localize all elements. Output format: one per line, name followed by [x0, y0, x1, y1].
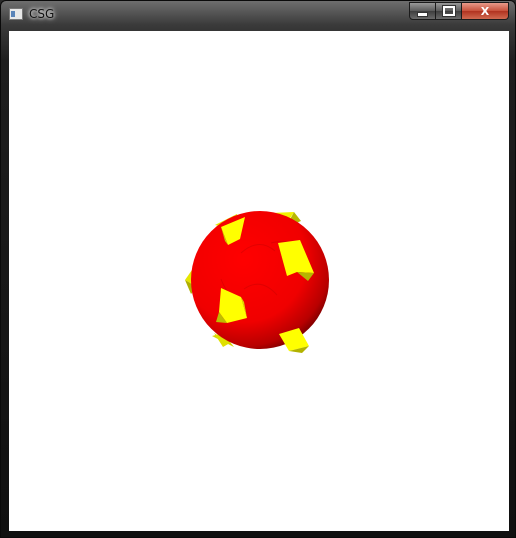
maximize-button[interactable]: [436, 2, 462, 20]
csg-render: [185, 211, 329, 353]
maximize-icon: [441, 5, 456, 17]
minimize-icon: [417, 11, 428, 17]
caption-buttons: X: [409, 2, 509, 21]
close-icon: X: [480, 4, 490, 18]
app-window: CSG X: [0, 0, 516, 538]
minimize-button[interactable]: [409, 2, 436, 20]
app-window-icon[interactable]: [9, 8, 23, 20]
close-button[interactable]: X: [462, 2, 509, 20]
window-title: CSG: [29, 7, 55, 21]
render-viewport[interactable]: [9, 31, 509, 531]
title-bar[interactable]: CSG X: [1, 1, 515, 31]
